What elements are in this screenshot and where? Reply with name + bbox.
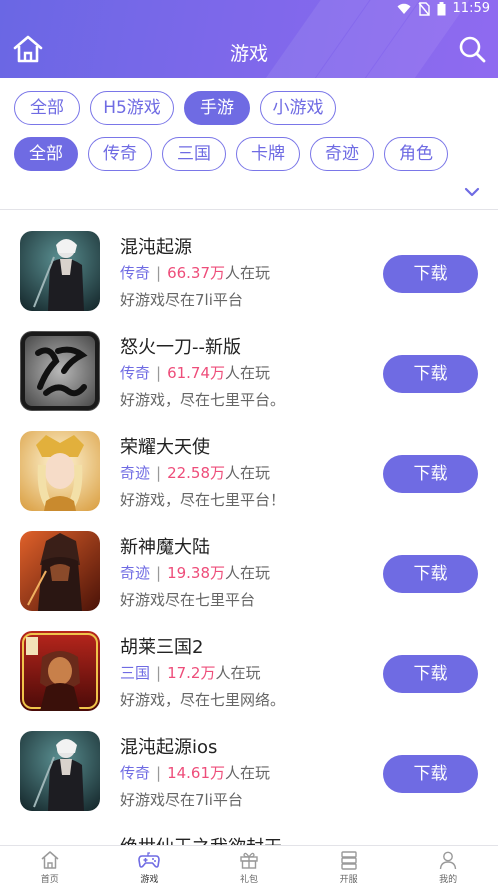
tab-label: 首页	[40, 875, 59, 885]
game-description: 好游戏尽在7li平台	[120, 291, 243, 309]
game-category: 奇迹	[120, 564, 151, 582]
download-button[interactable]: 下载	[383, 655, 478, 693]
chevron-down-icon[interactable]	[464, 186, 480, 198]
game-name: 胡莱三国2	[120, 637, 204, 658]
status-bar: 11:59	[0, 0, 498, 20]
gift-icon	[240, 852, 258, 869]
player-count: 66.37万	[167, 264, 226, 282]
platform-tab-all[interactable]: 全部	[14, 91, 80, 125]
tab-label: 礼包	[239, 875, 258, 885]
game-description: 好游戏尽在7li平台	[120, 791, 243, 809]
platform-tab-mobile[interactable]: 手游	[184, 91, 250, 125]
no-sim-icon	[417, 1, 430, 16]
game-icon	[20, 531, 100, 611]
game-item[interactable]: 荣耀大天使 奇迹 | 22.58万人在玩 好游戏，尽在七里平台！ 下载	[0, 411, 498, 511]
player-count-suffix: 人在玩	[225, 364, 271, 382]
game-item[interactable]: 混沌起源 传奇 | 66.37万人在玩 好游戏尽在7li平台 下载	[0, 211, 498, 311]
tab-games[interactable]: 游戏	[100, 846, 200, 887]
game-category: 三国	[120, 664, 151, 682]
game-name: 怒火一刀--新版	[120, 337, 241, 358]
player-count: 17.2万	[167, 664, 216, 682]
search-icon[interactable]	[458, 35, 486, 63]
game-icon	[20, 431, 100, 511]
server-icon	[340, 851, 357, 870]
game-description: 好游戏，尽在七里网络。	[120, 691, 286, 709]
platform-tab-h5[interactable]: H5游戏	[90, 91, 174, 125]
game-icon	[20, 731, 100, 811]
bottom-tab-bar: 首页 游戏 礼包 开服 我的	[0, 845, 498, 887]
game-name: 荣耀大天使	[120, 437, 210, 458]
game-name: 混沌起源ios	[120, 737, 218, 758]
game-icon	[20, 831, 100, 845]
game-item[interactable]: 怒火一刀--新版 传奇 | 61.74万人在玩 好游戏，尽在七里平台。 下载	[0, 311, 498, 411]
game-icon	[20, 631, 100, 711]
game-description: 好游戏尽在七里平台	[120, 591, 256, 609]
tab-gifts[interactable]: 礼包	[199, 846, 299, 887]
clock: 11:59	[452, 1, 490, 16]
category-tab-three-kingdoms[interactable]: 三国	[162, 137, 226, 171]
tab-home[interactable]: 首页	[0, 846, 100, 887]
game-name: 混沌起源	[120, 237, 192, 258]
game-meta: 奇迹 | 22.58万人在玩	[120, 464, 271, 482]
player-count-suffix: 人在玩	[225, 264, 271, 282]
game-name: 新神魔大陆	[120, 537, 210, 558]
download-button[interactable]: 下载	[383, 555, 478, 593]
player-count: 19.38万	[167, 564, 226, 582]
category-tab-card[interactable]: 卡牌	[236, 137, 300, 171]
tab-servers[interactable]: 开服	[299, 846, 399, 887]
player-count-suffix: 人在玩	[225, 564, 271, 582]
game-description: 好游戏，尽在七里平台！	[120, 491, 286, 509]
game-category: 传奇	[120, 764, 151, 782]
game-item[interactable]: 绝世仙王之我欲封天	[0, 811, 498, 845]
wifi-icon	[397, 3, 411, 14]
category-tabs: 全部 传奇 三国 卡牌 奇迹 角色	[14, 137, 448, 171]
user-icon	[439, 851, 457, 870]
player-count-suffix: 人在玩	[215, 664, 261, 682]
player-count-suffix: 人在玩	[225, 764, 271, 782]
home-icon	[41, 851, 59, 869]
battery-icon	[437, 1, 446, 15]
game-meta: 传奇 | 14.61万人在玩	[120, 764, 271, 782]
filter-panel: 全部 H5游戏 手游 小游戏 全部 传奇 三国 卡牌 奇迹 角色	[0, 78, 498, 210]
download-button[interactable]: 下载	[383, 355, 478, 393]
platform-tabs: 全部 H5游戏 手游 小游戏	[14, 91, 336, 125]
game-meta: 传奇 | 66.37万人在玩	[120, 264, 271, 282]
game-list: 混沌起源 传奇 | 66.37万人在玩 好游戏尽在7li平台 下载 怒火一刀--新版…	[0, 211, 498, 845]
player-count: 14.61万	[167, 764, 226, 782]
game-icon	[20, 231, 100, 311]
tab-label: 开服	[339, 875, 358, 885]
player-count: 61.74万	[167, 364, 226, 382]
tab-profile[interactable]: 我的	[398, 846, 498, 887]
game-meta: 三国 | 17.2万人在玩	[120, 664, 261, 682]
tab-label: 游戏	[140, 875, 159, 885]
game-description: 好游戏，尽在七里平台。	[120, 391, 286, 409]
platform-tab-mini[interactable]: 小游戏	[260, 91, 336, 125]
category-tab-all[interactable]: 全部	[14, 137, 78, 171]
game-item[interactable]: 混沌起源ios 传奇 | 14.61万人在玩 好游戏尽在7li平台 下载	[0, 711, 498, 811]
download-button[interactable]: 下载	[383, 455, 478, 493]
top-app-bar: 11:59 游戏	[0, 0, 498, 78]
game-item[interactable]: 新神魔大陆 奇迹 | 19.38万人在玩 好游戏尽在七里平台 下载	[0, 511, 498, 611]
player-count: 22.58万	[167, 464, 226, 482]
game-meta: 奇迹 | 19.38万人在玩	[120, 564, 271, 582]
game-item[interactable]: 胡莱三国2 三国 | 17.2万人在玩 好游戏，尽在七里网络。 下载	[0, 611, 498, 711]
player-count-suffix: 人在玩	[225, 464, 271, 482]
game-category: 奇迹	[120, 464, 151, 482]
download-button[interactable]: 下载	[383, 755, 478, 793]
game-icon	[20, 331, 100, 411]
category-tab-legend[interactable]: 传奇	[88, 137, 152, 171]
category-tab-miracle[interactable]: 奇迹	[310, 137, 374, 171]
game-name: 绝世仙王之我欲封天	[120, 833, 282, 845]
gamepad-icon	[138, 852, 161, 868]
game-meta: 传奇 | 61.74万人在玩	[120, 364, 271, 382]
page-title: 游戏	[229, 43, 268, 65]
game-category: 传奇	[120, 264, 151, 282]
category-tab-role[interactable]: 角色	[384, 137, 448, 171]
tab-label: 我的	[439, 875, 458, 885]
game-category: 传奇	[120, 364, 151, 382]
download-button[interactable]: 下载	[383, 255, 478, 293]
